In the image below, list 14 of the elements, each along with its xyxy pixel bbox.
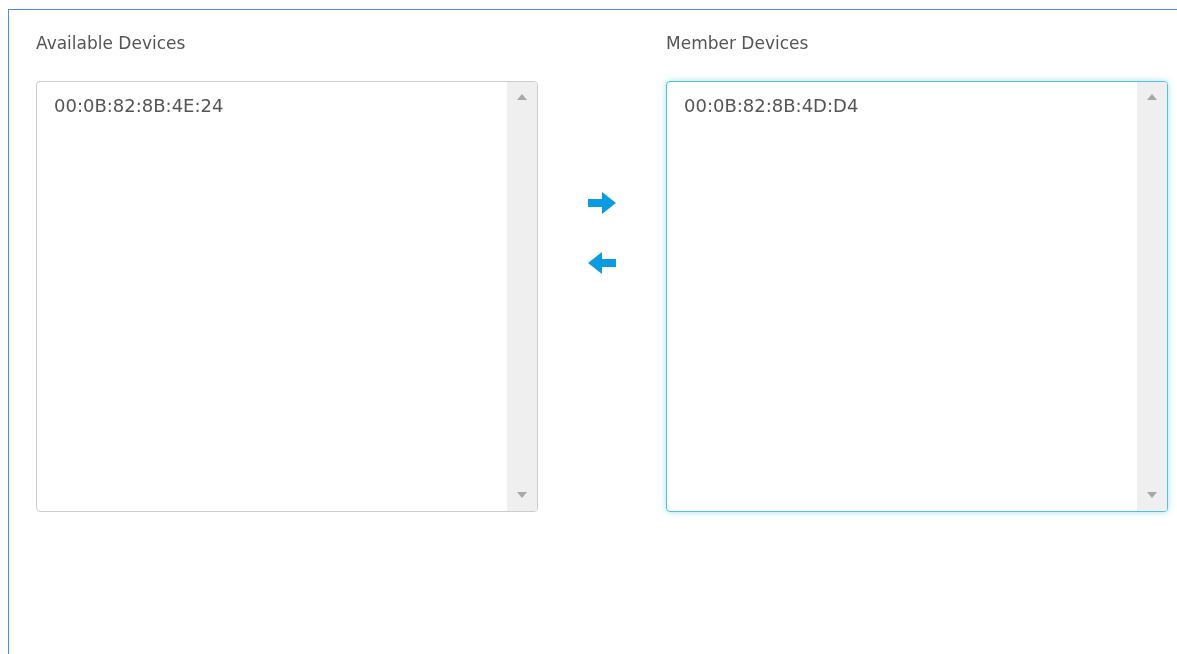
list-item[interactable]: 00:0B:82:8B:4D:D4 xyxy=(684,93,1120,119)
move-right-button[interactable] xyxy=(587,191,617,215)
device-list[interactable]: 00:0B:82:8B:4D:D4 xyxy=(666,81,1168,512)
scroll-down-icon[interactable] xyxy=(517,492,527,498)
list-title: Member Devices xyxy=(666,32,810,55)
scroll-up-icon[interactable] xyxy=(517,94,527,100)
scrollbar[interactable] xyxy=(1137,82,1167,511)
scrollbar[interactable] xyxy=(507,82,537,511)
scroll-down-icon[interactable] xyxy=(1147,492,1157,498)
move-left-button[interactable] xyxy=(587,251,617,275)
scroll-up-icon[interactable] xyxy=(1147,94,1157,100)
list-item[interactable]: 00:0B:82:8B:4E:24 xyxy=(54,93,490,119)
device-list[interactable]: 00:0B:82:8B:4E:24 xyxy=(36,81,538,512)
list-title: Available Devices xyxy=(36,32,187,55)
